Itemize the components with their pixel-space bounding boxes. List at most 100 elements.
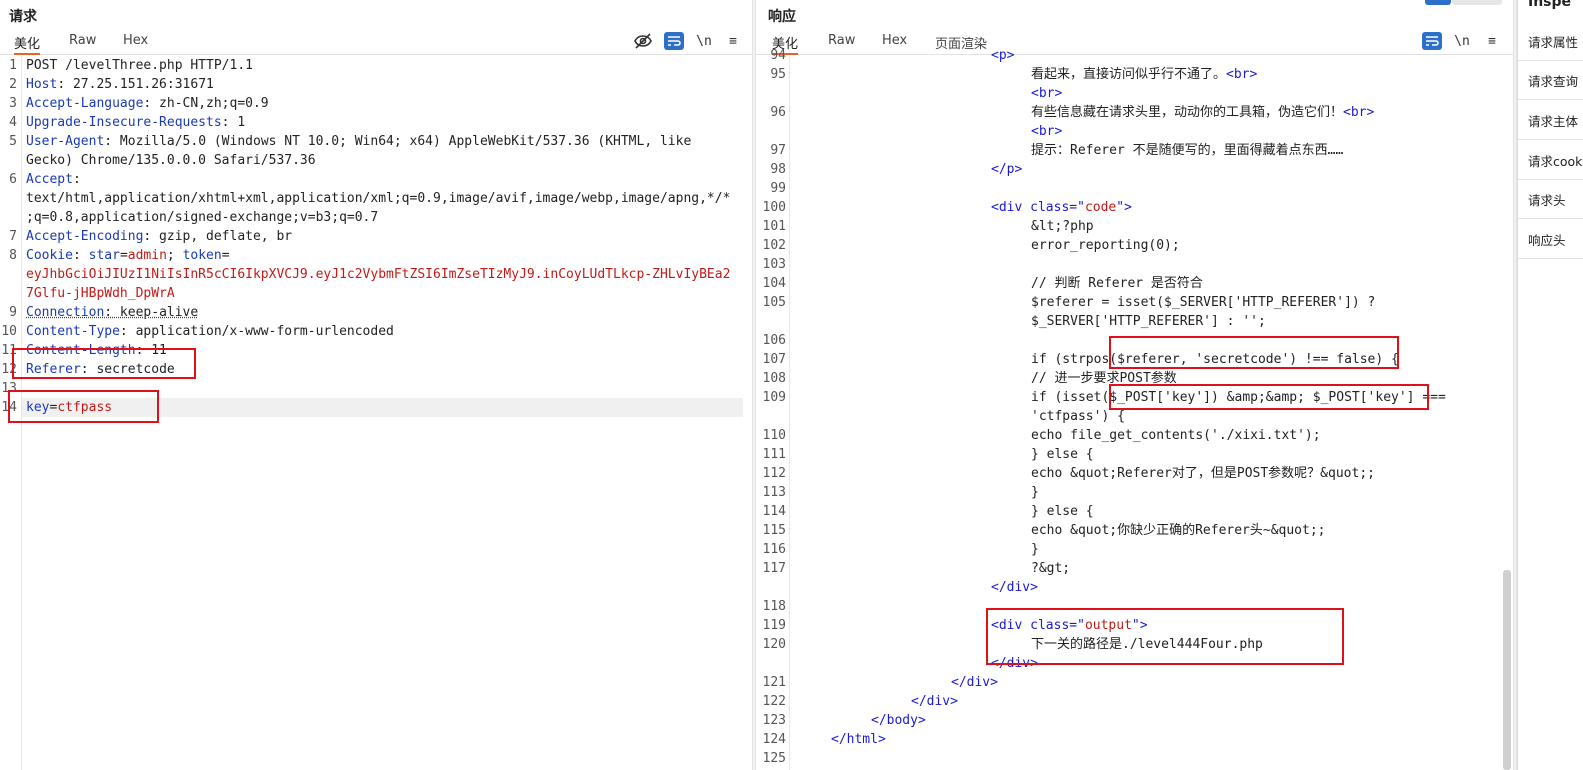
code-token: } else { [1031, 447, 1094, 462]
layout-button-active[interactable] [1425, 0, 1451, 5]
code-token: : application/x-www-form-urlencoded [119, 324, 394, 339]
code-line: if (strpos($referer, 'secretcode') !== f… [1031, 350, 1399, 369]
code-token: : [72, 248, 89, 263]
code-token: <br> [1226, 67, 1258, 82]
response-tab-raw[interactable]: Raw [828, 33, 855, 55]
code-line: echo file_get_contents('./xixi.txt'); [1031, 426, 1321, 445]
response-tab-hex[interactable]: Hex [882, 33, 907, 55]
code-token: : zh-CN,zh;q=0.9 [143, 96, 269, 111]
code-token: $referer = isset($_SERVER['HTTP_REFERER'… [1031, 295, 1376, 310]
response-scrollbar[interactable] [1503, 570, 1511, 770]
code-token: } [1031, 485, 1039, 500]
code-token: echo file_get_contents('./xixi.txt'); [1031, 428, 1321, 443]
line-number: 5 [9, 134, 17, 149]
code-token: <p> [991, 48, 1015, 63]
response-toolbar: \n ≡ [1420, 31, 1510, 51]
line-number: 113 [762, 485, 786, 500]
code-token: 提示：Referer 不是随便写的，里面得藏着点东西…… [1031, 143, 1344, 158]
code-line: Referer: secretcode [26, 360, 175, 379]
code-token: </p> [991, 162, 1023, 177]
inspector-query-params[interactable]: 请求查询 [1528, 71, 1578, 90]
response-editor[interactable]: 94 95 96 97 98 99 100 101 102 103 104 105 106 107 108 1… [756, 48, 1513, 770]
inspector-request-attributes[interactable]: 请求属性 [1528, 32, 1578, 51]
eye-off-icon[interactable] [632, 31, 654, 51]
code-token: </div> [911, 694, 958, 709]
code-line: eyJhbGciOiJIUzI1NiIsInR5cCI6IkpXVCJ9.eyJ… [26, 265, 730, 284]
line-number: 9 [9, 305, 17, 320]
wrap-icon[interactable] [1422, 32, 1442, 50]
code-token: admin [127, 248, 167, 263]
code-line: // 进一步要求POST参数 [1031, 369, 1177, 388]
newline-toggle[interactable]: \n [1451, 31, 1473, 51]
request-editor[interactable]: 1 2 3 4 5 6 7 8 9 10 11 12 13 14 POST /levelThree.php… [0, 56, 752, 770]
code-line: Upgrade-Insecure-Requests: 1 [26, 113, 245, 132]
code-token: : 1 [221, 115, 246, 130]
request-tab-raw[interactable]: Raw [69, 33, 96, 55]
response-gutter: 94 95 96 97 98 99 100 101 102 103 104 105 106 107 108 1… [756, 48, 790, 770]
inspector-cookies[interactable]: 请求cookie [1528, 151, 1583, 170]
code-token: ; [166, 248, 183, 263]
code-token: if (strpos($referer, 'secretcode') !== f… [1031, 352, 1399, 367]
menu-icon[interactable]: ≡ [1481, 31, 1503, 51]
code-token: Cookie [26, 248, 73, 263]
line-number: 2 [9, 77, 17, 92]
request-gutter: 1 2 3 4 5 6 7 8 9 10 11 12 13 14 [0, 56, 22, 770]
line-number: 4 [9, 115, 17, 130]
response-tab-render[interactable]: 页面渲染 [935, 33, 987, 55]
code-token: output [1084, 618, 1132, 633]
line-number: 106 [762, 333, 786, 348]
code-token: } [1031, 542, 1039, 557]
code-token: key [26, 400, 50, 415]
code-token: POST /levelThree.php HTTP/1.1 [26, 58, 253, 73]
code-token: code [1084, 200, 1117, 215]
code-token: text/html,application/xhtml+xml,applicat… [26, 191, 731, 206]
line-number: 3 [9, 96, 17, 111]
code-line: $referer = isset($_SERVER['HTTP_REFERER'… [1031, 293, 1375, 312]
request-tab-hex[interactable]: Hex [123, 33, 148, 55]
request-tab-pretty[interactable]: 美化 [14, 33, 41, 55]
line-number: 111 [762, 447, 786, 462]
inspector-body-params[interactable]: 请求主体 [1528, 111, 1578, 130]
code-token: Accept [26, 172, 73, 187]
code-line: Connection: keep-alive [26, 303, 198, 322]
menu-icon[interactable]: ≡ [722, 31, 744, 51]
code-token: "> [1131, 618, 1148, 633]
code-token: : Mozilla/5.0 (Windows NT 10.0; Win64; x… [104, 134, 692, 149]
code-line: 下一关的路径是./level444Four.php [1031, 635, 1263, 654]
code-token: $_SERVER['HTTP_REFERER'] : ''; [1031, 314, 1266, 329]
response-title: 响应 [768, 9, 796, 25]
code-line: POST /levelThree.php HTTP/1.1 [26, 56, 253, 75]
layout-button[interactable] [1452, 0, 1502, 5]
line-number: 97 [770, 143, 786, 158]
code-token: Accept-Language [26, 96, 144, 111]
line-number: 98 [770, 162, 786, 177]
code-token: : [72, 172, 81, 187]
code-token: &lt;?php [1031, 219, 1094, 234]
inspector-request-headers[interactable]: 请求头 [1528, 190, 1566, 209]
code-token: echo &quot;你缺少正确的Referer头~&quot;; [1031, 523, 1326, 538]
line-number: 124 [762, 732, 786, 747]
code-token: = [119, 248, 128, 263]
code-line: </body> [871, 711, 926, 730]
code-token: : 11 [135, 343, 167, 358]
line-number: 1 [9, 58, 17, 73]
code-line: if (isset($_POST['key']) &amp;&amp; $_PO… [1031, 388, 1446, 407]
code-token: Accept-Encoding [26, 229, 144, 244]
code-line: </html> [831, 730, 886, 749]
line-number: 125 [762, 751, 786, 766]
code-token: <br> [1031, 124, 1063, 139]
code-token: User-Agent [26, 134, 105, 149]
line-number: 112 [762, 466, 786, 481]
code-line: // 判断 Referer 是否符合 [1031, 274, 1203, 293]
code-line: </div> [951, 673, 998, 692]
wrap-icon[interactable] [664, 32, 684, 50]
code-line: key=ctfpass [26, 398, 112, 417]
code-line: Gecko) Chrome/135.0.0.0 Safari/537.36 [26, 151, 316, 170]
divider [1518, 99, 1583, 100]
divider [1518, 179, 1583, 180]
line-number: 117 [762, 561, 786, 576]
newline-toggle[interactable]: \n [693, 31, 715, 51]
inspector-response-headers[interactable]: 响应头 [1528, 230, 1566, 249]
line-number: 120 [762, 637, 786, 652]
line-number: 119 [762, 618, 786, 633]
